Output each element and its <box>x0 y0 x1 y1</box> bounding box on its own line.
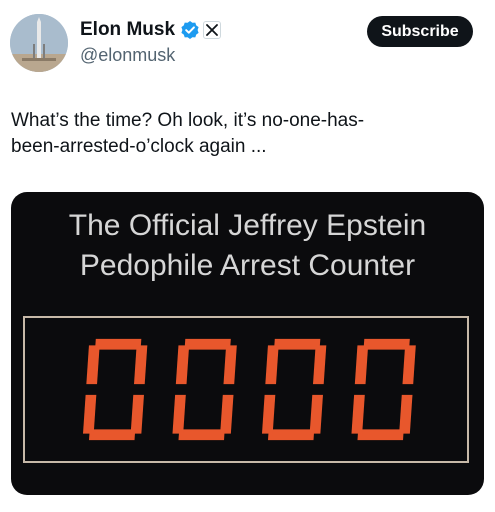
digit-segment <box>88 429 136 441</box>
digit-segment <box>363 338 410 350</box>
digit-segment <box>261 394 276 434</box>
digit-segment <box>178 429 225 441</box>
tweet-text-line-1: What’s the time? Oh look, it’s no-one-ha… <box>11 110 365 131</box>
counter-digit <box>172 338 237 441</box>
digit-segment <box>86 345 100 385</box>
counter-digit <box>351 338 416 441</box>
digit-segment <box>223 345 237 385</box>
counter-title-line-1: The Official Jeffrey Epstein <box>68 209 427 242</box>
digit-segment <box>130 394 144 434</box>
digit-segment <box>175 345 190 385</box>
digit-segment <box>265 345 279 385</box>
digit-segment <box>357 429 404 441</box>
author-handle[interactable]: @elonmusk <box>80 45 221 66</box>
digit-segment <box>274 338 321 350</box>
avatar[interactable] <box>10 14 68 72</box>
digit-segment <box>402 345 416 385</box>
digit-segment <box>95 338 142 350</box>
counter-digit <box>83 338 148 441</box>
counter-digit <box>261 338 327 441</box>
digit-segment <box>399 394 413 434</box>
tweet-text: What’s the time? Oh look, it’s no-one-ha… <box>11 108 481 160</box>
verified-badge-icon[interactable] <box>180 20 200 40</box>
rocket-avatar-icon <box>10 14 68 72</box>
digit-segment <box>184 338 231 350</box>
digit-segment <box>83 394 97 434</box>
digit-segment <box>354 345 369 385</box>
counter-digits <box>83 338 416 441</box>
digit-segment <box>220 394 234 434</box>
digit-segment <box>312 345 327 385</box>
author-header: Elon Musk @elonmusk <box>80 18 222 66</box>
author-name[interactable]: Elon Musk <box>80 19 175 41</box>
digit-segment <box>309 394 323 434</box>
digit-segment <box>172 394 186 434</box>
counter-display <box>23 316 469 463</box>
counter-title: The Official Jeffrey Epstein Pedophile A… <box>11 206 484 286</box>
digit-segment <box>267 429 315 441</box>
digit-segment <box>134 345 148 385</box>
name-row: Elon Musk <box>80 18 222 42</box>
counter-title-line-2: Pedophile Arrest Counter <box>79 249 416 282</box>
digit-segment <box>351 394 365 434</box>
subscribe-button[interactable]: Subscribe <box>367 16 473 47</box>
tweet-text-line-2: been-arrested-o’clock again ... <box>11 136 267 157</box>
x-logo-icon[interactable] <box>203 21 222 39</box>
tweet-image[interactable]: The Official Jeffrey Epstein Pedophile A… <box>11 192 484 495</box>
